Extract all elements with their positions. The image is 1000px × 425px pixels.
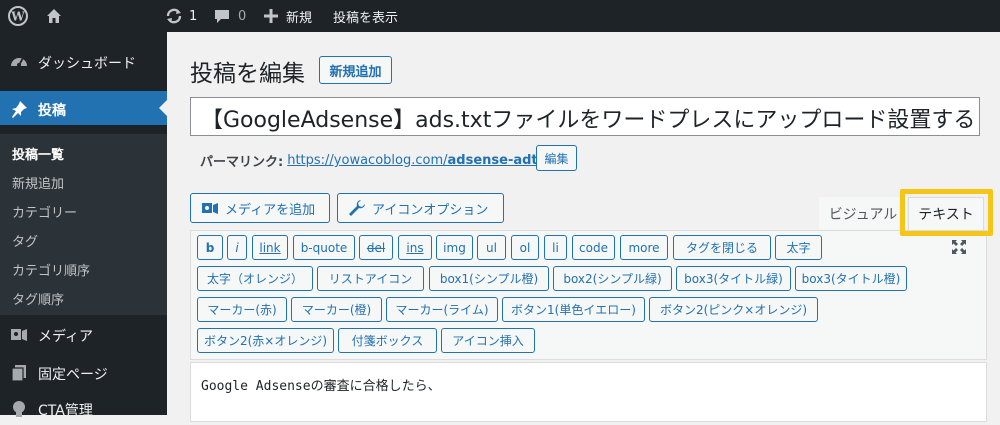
sidebar-label: 投稿	[38, 103, 66, 119]
permalink-row: パーマリンク: https://yowacoblog.com/adsense-a…	[200, 151, 557, 170]
qt-li[interactable]: li	[544, 235, 567, 260]
sidebar-item-media[interactable]: メディア	[0, 317, 167, 351]
wrench-icon	[349, 200, 365, 216]
media-icon	[11, 329, 27, 341]
svg-text:W: W	[10, 10, 25, 24]
updates-item[interactable]: 1	[165, 0, 197, 32]
new-content-item[interactable]: 新規	[264, 0, 312, 32]
qt-img[interactable]: img	[436, 235, 473, 260]
updates-count: 1	[189, 8, 198, 24]
wordpress-logo-icon[interactable]: W	[8, 0, 28, 32]
add-new-button[interactable]: 新規追加	[319, 56, 392, 84]
new-label: 新規	[286, 10, 313, 26]
submenu-category-order[interactable]: カテゴリ順序	[12, 260, 90, 279]
qt-box3-green[interactable]: box3(タイトル緑)	[676, 266, 791, 291]
sidebar-label: CTA管理	[38, 403, 93, 419]
qt-bold[interactable]: b	[197, 235, 223, 260]
submenu-tag-order[interactable]: タグ順序	[12, 289, 64, 308]
tab-visual[interactable]: ビジュアル	[819, 197, 907, 230]
permalink-label: パーマリンク:	[200, 155, 284, 170]
view-post-link[interactable]: 投稿を表示	[333, 0, 398, 32]
qt-insert-icon[interactable]: アイコン挿入	[441, 328, 535, 353]
qt-close-tags[interactable]: タグを閉じる	[673, 235, 771, 260]
qt-bold-orange[interactable]: 太字（オレンジ）	[197, 266, 313, 291]
admin-bar: W 1 0 新規 投稿を表示	[0, 0, 1000, 32]
submenu-all-posts[interactable]: 投稿一覧	[12, 144, 64, 163]
qt-button1-yellow[interactable]: ボタン1(単色イエロー)	[502, 297, 645, 322]
qt-del[interactable]: del	[359, 235, 393, 260]
sidebar-item-posts[interactable]: 投稿	[0, 91, 167, 125]
home-icon[interactable]	[45, 0, 63, 32]
page-title: 投稿を編集	[190, 61, 305, 87]
media-icon	[202, 203, 218, 214]
qt-box1[interactable]: box1(シンプル橙)	[429, 266, 549, 291]
icon-options-button[interactable]: アイコンオプション	[337, 193, 504, 223]
add-media-button[interactable]: メディアを追加	[190, 193, 330, 223]
quicktags-toolbar: b i link b-quote del ins img ul ol li co…	[190, 230, 987, 360]
sidebar-item-cta[interactable]: CTA管理	[0, 391, 167, 425]
qt-code[interactable]: code	[572, 235, 615, 260]
content-textarea[interactable]: Google Adsenseの審査に合格したら、	[190, 362, 987, 422]
posts-submenu: 投稿一覧 新規追加 カテゴリー タグ カテゴリ順序 タグ順序	[0, 134, 167, 315]
qt-marker-orange[interactable]: マーカー(橙)	[291, 297, 382, 322]
sidebar-item-dashboard[interactable]: ダッシュボード	[0, 44, 167, 78]
permalink-link[interactable]: https://yowacoblog.com/adsense-adtxt/	[287, 153, 556, 168]
submenu-add-new[interactable]: 新規追加	[12, 173, 64, 192]
post-title-input[interactable]: 【GoogleAdsense】ads.txtファイルをワードプレスにアップロード…	[190, 97, 980, 136]
qt-box3-orange[interactable]: box3(タイトル橙)	[795, 266, 907, 291]
plus-icon	[264, 9, 278, 23]
qt-ul[interactable]: ul	[477, 235, 506, 260]
qt-link[interactable]: link	[252, 235, 288, 260]
permalink-edit-button[interactable]: 編集	[536, 145, 577, 171]
sidebar-label: メディア	[38, 329, 94, 345]
qt-list-icon[interactable]: リストアイコン	[317, 266, 424, 291]
qt-sticky-box[interactable]: 付箋ボックス	[338, 328, 437, 353]
submenu-categories[interactable]: カテゴリー	[12, 202, 77, 221]
comments-item[interactable]: 0	[214, 0, 246, 32]
qt-more[interactable]: more	[620, 235, 668, 260]
qt-bold-ja[interactable]: 太字	[775, 235, 822, 260]
admin-sidebar: ダッシュボード 投稿 投稿一覧 新規追加 カテゴリー タグ カテゴリ順序 タグ順…	[0, 32, 167, 419]
page-icon	[11, 365, 26, 382]
comment-icon	[215, 10, 229, 23]
annotation-highlight-box	[900, 189, 993, 236]
lightbulb-icon	[13, 401, 25, 417]
refresh-icon	[166, 8, 182, 24]
comments-count: 0	[238, 8, 247, 24]
qt-marker-lime[interactable]: マーカー(ライム)	[386, 297, 498, 322]
qt-ins[interactable]: ins	[398, 235, 432, 260]
qt-box2[interactable]: box2(シンプル緑)	[553, 266, 672, 291]
qt-ol[interactable]: ol	[511, 235, 539, 260]
qt-marker-red[interactable]: マーカー(赤)	[197, 297, 287, 322]
sidebar-label: ダッシュボード	[38, 56, 136, 72]
sidebar-item-pages[interactable]: 固定ページ	[0, 355, 167, 389]
sidebar-label: 固定ページ	[38, 367, 108, 383]
qt-button2-pink[interactable]: ボタン2(ピンク×オレンジ)	[649, 297, 818, 322]
qt-italic[interactable]: i	[227, 235, 247, 260]
dashboard-icon	[11, 58, 27, 67]
main-content: 投稿を編集 新規追加 【GoogleAdsense】ads.txtファイルをワー…	[167, 32, 1000, 422]
fullscreen-icon[interactable]	[951, 239, 967, 255]
qt-button2-red[interactable]: ボタン2(赤×オレンジ)	[197, 328, 334, 353]
pin-icon	[12, 101, 27, 118]
submenu-tags[interactable]: タグ	[12, 231, 38, 250]
qt-blockquote[interactable]: b-quote	[293, 235, 355, 260]
